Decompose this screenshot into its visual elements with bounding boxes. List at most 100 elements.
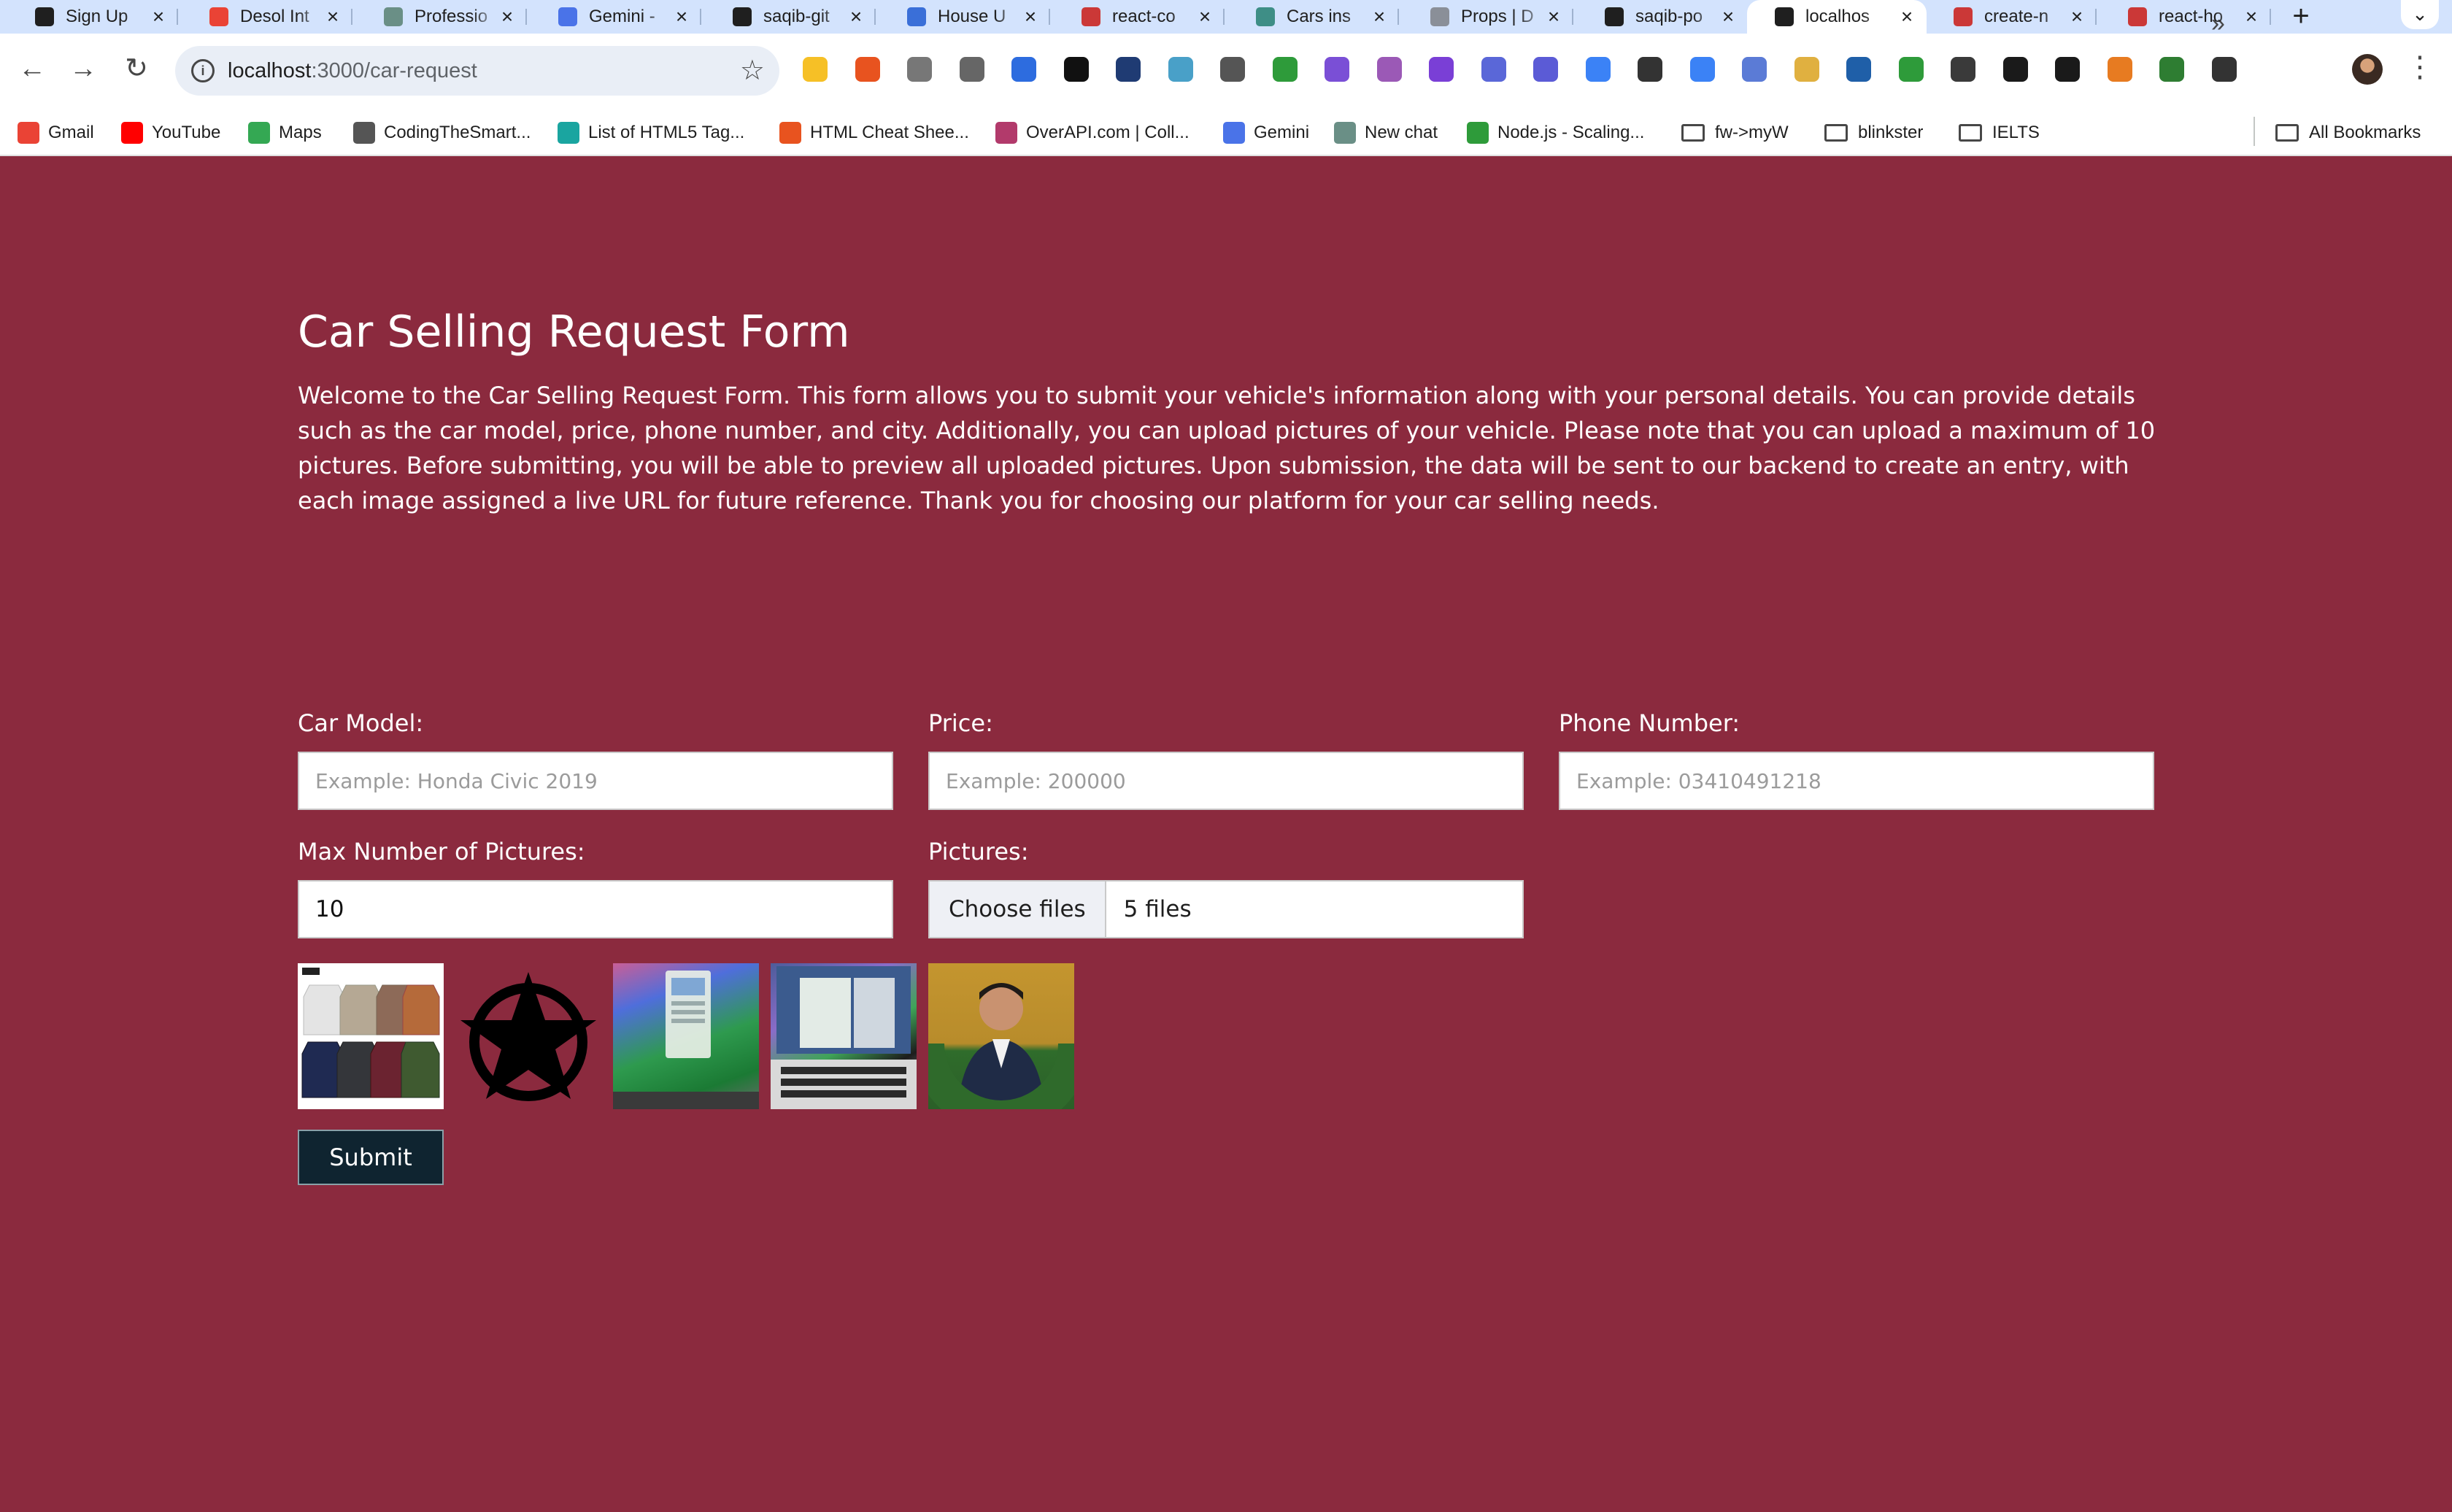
- new-tab-button[interactable]: +: [2286, 1, 2316, 31]
- extension-icon[interactable]: [2107, 57, 2132, 82]
- extension-icon[interactable]: [1638, 57, 1662, 82]
- bookmark-item[interactable]: blinkster: [1824, 118, 1923, 147]
- extension-icon[interactable]: [1325, 57, 1349, 82]
- extension-icon[interactable]: [1011, 57, 1036, 82]
- extension-icon[interactable]: [855, 57, 880, 82]
- all-bookmarks-button[interactable]: All Bookmarks: [2275, 118, 2421, 147]
- browser-tab[interactable]: react-ho ×: [2100, 0, 2271, 34]
- bookmark-item[interactable]: List of HTML5 Tag...: [558, 118, 744, 147]
- bookmark-item[interactable]: Gemini: [1223, 118, 1309, 147]
- phone-number-label: Phone Number:: [1559, 709, 1740, 737]
- browser-tab[interactable]: Sign Up ×: [7, 0, 178, 34]
- bookmark-item[interactable]: IELTS: [1959, 118, 2040, 147]
- reload-button[interactable]: ↻: [119, 51, 154, 86]
- extension-icon[interactable]: [1429, 57, 1454, 82]
- back-button[interactable]: ←: [15, 51, 50, 86]
- close-tab-icon[interactable]: ×: [1019, 6, 1041, 28]
- bookmark-item[interactable]: CodingTheSmart...: [353, 118, 531, 147]
- submit-button[interactable]: Submit: [298, 1130, 444, 1185]
- chrome-menu-icon[interactable]: ⋮: [2405, 51, 2434, 86]
- browser-tab[interactable]: Props | D ×: [1403, 0, 1573, 34]
- address-bar[interactable]: i localhost:3000/car-request ☆: [175, 46, 779, 96]
- extension-icon[interactable]: [1951, 57, 1975, 82]
- browser-tab[interactable]: saqib-po ×: [1577, 0, 1748, 34]
- npm-icon: [1082, 7, 1100, 26]
- bookmark-item[interactable]: HTML Cheat Shee...: [779, 118, 969, 147]
- site-info-icon[interactable]: i: [191, 59, 215, 82]
- extension-icon[interactable]: [1116, 57, 1141, 82]
- close-tab-icon[interactable]: ×: [1543, 6, 1565, 28]
- close-tab-icon[interactable]: ×: [147, 6, 169, 28]
- forward-button[interactable]: →: [66, 51, 101, 86]
- bookmark-label: Maps: [279, 123, 322, 142]
- tab-title: react-ho: [2159, 7, 2224, 26]
- extension-icon[interactable]: [2002, 57, 2028, 82]
- extension-icon[interactable]: [2211, 57, 2237, 82]
- extension-icon[interactable]: [1220, 57, 1245, 82]
- bookmark-star-icon[interactable]: ☆: [740, 55, 765, 87]
- browser-tab[interactable]: saqib-git ×: [705, 0, 876, 34]
- extension-icon[interactable]: [959, 57, 984, 82]
- extension-icon[interactable]: [2159, 57, 2184, 82]
- extension-icon[interactable]: [1376, 57, 1402, 82]
- bookmark-item[interactable]: Maps: [248, 118, 322, 147]
- extension-icon[interactable]: [1272, 57, 1298, 82]
- extension-icon[interactable]: [1742, 57, 1767, 82]
- close-tab-icon[interactable]: ×: [1717, 6, 1739, 28]
- tab-search-button[interactable]: ⌄: [2401, 0, 2439, 29]
- extension-icon[interactable]: [803, 57, 828, 82]
- close-tab-icon[interactable]: ×: [1194, 6, 1216, 28]
- extension-icon[interactable]: [1794, 57, 1819, 82]
- browser-tab[interactable]: localhos ×: [1747, 0, 1927, 34]
- bookmark-item[interactable]: OverAPI.com | Coll...: [995, 118, 1190, 147]
- pictures-file-input[interactable]: Choose files 5 files: [928, 880, 1524, 938]
- close-tab-icon[interactable]: ×: [1368, 6, 1390, 28]
- extension-icon[interactable]: [1898, 57, 1924, 82]
- tab-title: Desol Int: [240, 7, 309, 26]
- extension-icon[interactable]: [907, 57, 932, 82]
- bookmark-item[interactable]: fw->myW: [1681, 118, 1789, 147]
- extension-icon[interactable]: [1585, 57, 1611, 82]
- browser-tab[interactable]: Cars ins ×: [1228, 0, 1399, 34]
- extension-icon[interactable]: [1063, 57, 1089, 82]
- close-tab-icon[interactable]: ×: [496, 6, 518, 28]
- bookmark-label: IELTS: [1992, 123, 2040, 142]
- price-input[interactable]: [928, 752, 1524, 810]
- close-tab-icon[interactable]: ×: [2066, 6, 2088, 28]
- extension-icon[interactable]: [1533, 57, 1558, 82]
- browser-tab[interactable]: Professio ×: [356, 0, 527, 34]
- extension-icon[interactable]: [1168, 57, 1193, 82]
- bookmark-label: New chat: [1365, 123, 1438, 142]
- phone-number-input[interactable]: [1559, 752, 2154, 810]
- extension-icon[interactable]: [1689, 57, 1715, 82]
- close-tab-icon[interactable]: ×: [1896, 6, 1918, 28]
- gmail-icon: [18, 122, 39, 144]
- tab-title: create-n: [1984, 7, 2049, 26]
- github-dark-circle: [35, 7, 54, 26]
- browser-tab[interactable]: create-n ×: [1926, 0, 2097, 34]
- choose-files-button[interactable]: Choose files: [930, 882, 1106, 937]
- intro-paragraph: Welcome to the Car Selling Request Form.…: [298, 382, 2156, 514]
- extension-icon[interactable]: [1846, 57, 1871, 82]
- extension-icon[interactable]: [2055, 57, 2080, 82]
- car-model-input[interactable]: [298, 752, 893, 810]
- browser-tab[interactable]: react-co ×: [1054, 0, 1225, 34]
- preview-image-laptop-keyboard: [771, 963, 917, 1109]
- browser-tab[interactable]: Gemini - ×: [531, 0, 701, 34]
- browser-tab[interactable]: House U ×: [879, 0, 1050, 34]
- bookmark-item[interactable]: Gmail: [18, 118, 94, 147]
- close-tab-icon[interactable]: ×: [671, 6, 693, 28]
- gmail-icon: [209, 7, 228, 26]
- close-tab-icon[interactable]: ×: [845, 6, 867, 28]
- extension-icon[interactable]: [1481, 57, 1506, 82]
- close-tab-icon[interactable]: ×: [322, 6, 344, 28]
- max-pictures-input[interactable]: [298, 880, 893, 938]
- url-text[interactable]: localhost:3000/car-request: [228, 46, 477, 96]
- bookmark-item[interactable]: YouTube: [121, 118, 220, 147]
- bookmark-item[interactable]: Node.js - Scaling...: [1467, 118, 1644, 147]
- profile-avatar[interactable]: [2352, 54, 2383, 85]
- browser-tab[interactable]: Desol Int ×: [182, 0, 352, 34]
- bookmark-item[interactable]: New chat: [1334, 118, 1438, 147]
- black-star-logo: [460, 972, 596, 1101]
- close-tab-icon[interactable]: ×: [2240, 6, 2262, 28]
